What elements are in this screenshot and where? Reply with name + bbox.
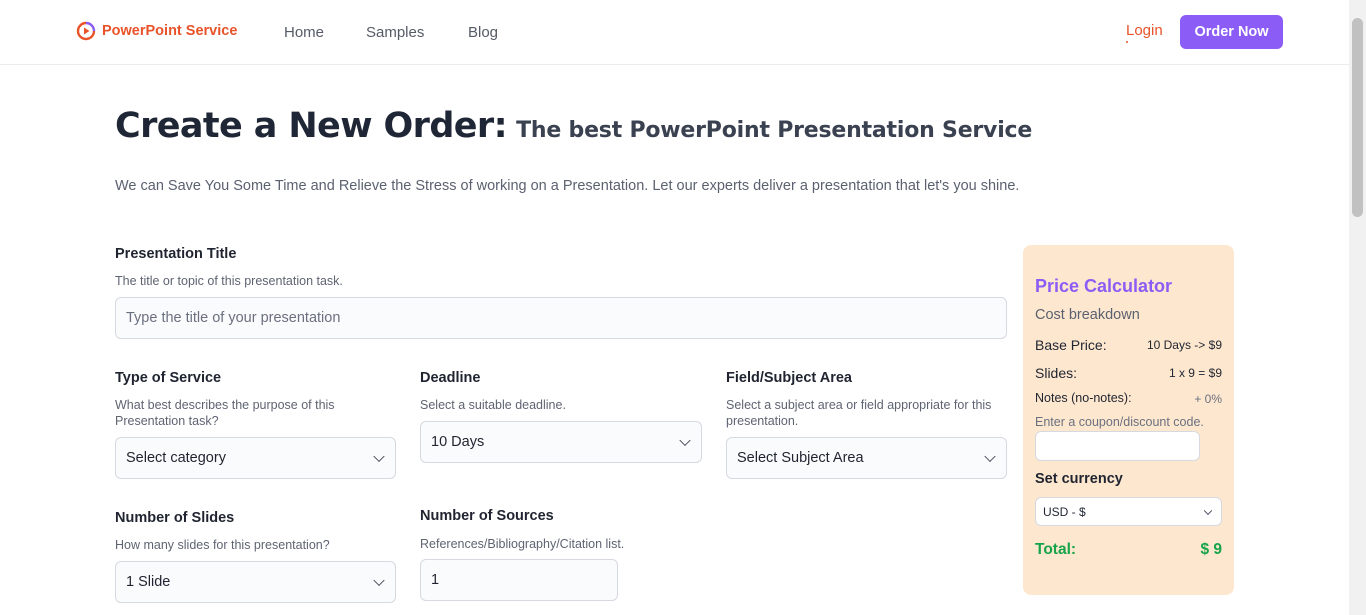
presentation-title-label: Presentation Title [115, 246, 237, 262]
sources-label: Number of Sources [420, 508, 554, 524]
sources-input[interactable] [431, 572, 617, 588]
page-intro: We can Save You Some Time and Relieve th… [115, 178, 1020, 194]
deadline-label: Deadline [420, 370, 481, 386]
subject-area-select[interactable]: Select Subject Area [726, 437, 1007, 479]
nav-samples-link[interactable]: Samples [366, 24, 424, 41]
slides-label: Number of Slides [115, 510, 235, 526]
total-value: $ 9 [1200, 541, 1222, 558]
slides-selected: 1 Slide [126, 574, 171, 590]
notes-cost-label: Notes (no-notes): [1035, 391, 1132, 405]
presentation-title-input[interactable] [126, 310, 1006, 326]
service-type-label: Type of Service [115, 370, 222, 386]
chevron-down-icon [679, 434, 691, 447]
subject-area-selected: Select Subject Area [737, 450, 864, 466]
chevron-down-icon [373, 450, 385, 463]
login-link[interactable]: Login [1126, 22, 1163, 39]
site-header: PowerPoint Service Home Samples Blog Log… [0, 0, 1349, 65]
deadline-select[interactable]: 10 Days [420, 421, 702, 463]
service-type-hint: What best describes the purpose of this … [115, 398, 335, 428]
brand-logo[interactable]: PowerPoint Service [76, 21, 237, 41]
nav-blog-link[interactable]: Blog [468, 24, 498, 41]
page-title-main: Create a New Order: [115, 106, 508, 146]
presentation-title-field[interactable] [115, 297, 1007, 339]
base-price-value: 10 Days -> $9 [1146, 338, 1222, 352]
service-type-selected: Select category [126, 450, 226, 466]
coupon-input[interactable] [1035, 431, 1200, 461]
slides-select[interactable]: 1 Slide [115, 561, 396, 603]
notes-cost-value: + 0% [1194, 392, 1222, 406]
sources-hint: References/Bibliography/Citation list. [420, 537, 625, 551]
deadline-selected: 10 Days [431, 434, 485, 450]
chevron-down-icon [984, 450, 996, 463]
currency-label: Set currency [1035, 471, 1123, 487]
calculator-subtitle: Cost breakdown [1035, 307, 1140, 323]
chevron-down-icon [373, 574, 385, 587]
sources-field[interactable] [420, 559, 618, 601]
currency-select[interactable]: USD - $ [1035, 497, 1222, 526]
presentation-play-icon [76, 21, 96, 41]
slides-cost-label: Slides: [1035, 365, 1078, 381]
page-scrollbar[interactable] [1349, 0, 1366, 615]
chevron-down-icon [1203, 506, 1213, 515]
coupon-hint: Enter a coupon/discount code. [1035, 415, 1204, 429]
deadline-hint: Select a suitable deadline. [420, 398, 566, 412]
total-label: Total: [1035, 541, 1077, 558]
subject-area-hint: Select a subject area or field appropria… [726, 398, 992, 428]
page-title-subtitle: The best PowerPoint Presentation Service [516, 118, 1033, 143]
order-now-button[interactable]: Order Now [1180, 15, 1283, 49]
calculator-title: Price Calculator [1035, 276, 1173, 296]
brand-name: PowerPoint Service [102, 23, 238, 39]
base-price-label: Base Price: [1035, 337, 1107, 353]
price-calculator-panel: Price Calculator Cost breakdown Base Pri… [1023, 245, 1234, 595]
subject-area-label: Field/Subject Area [726, 370, 852, 386]
slides-cost-value: 1 x 9 = $9 [1168, 366, 1222, 380]
currency-selected: USD - $ [1043, 504, 1086, 519]
presentation-title-hint: The title or topic of this presentation … [115, 274, 343, 288]
service-type-select[interactable]: Select category [115, 437, 396, 479]
scrollbar-thumb[interactable] [1352, 18, 1363, 217]
login-underline-dot [1126, 41, 1128, 43]
nav-home-link[interactable]: Home [284, 24, 324, 41]
slides-hint: How many slides for this presentation? [115, 538, 330, 552]
page-title: Create a New Order: The best PowerPoint … [115, 106, 1032, 146]
